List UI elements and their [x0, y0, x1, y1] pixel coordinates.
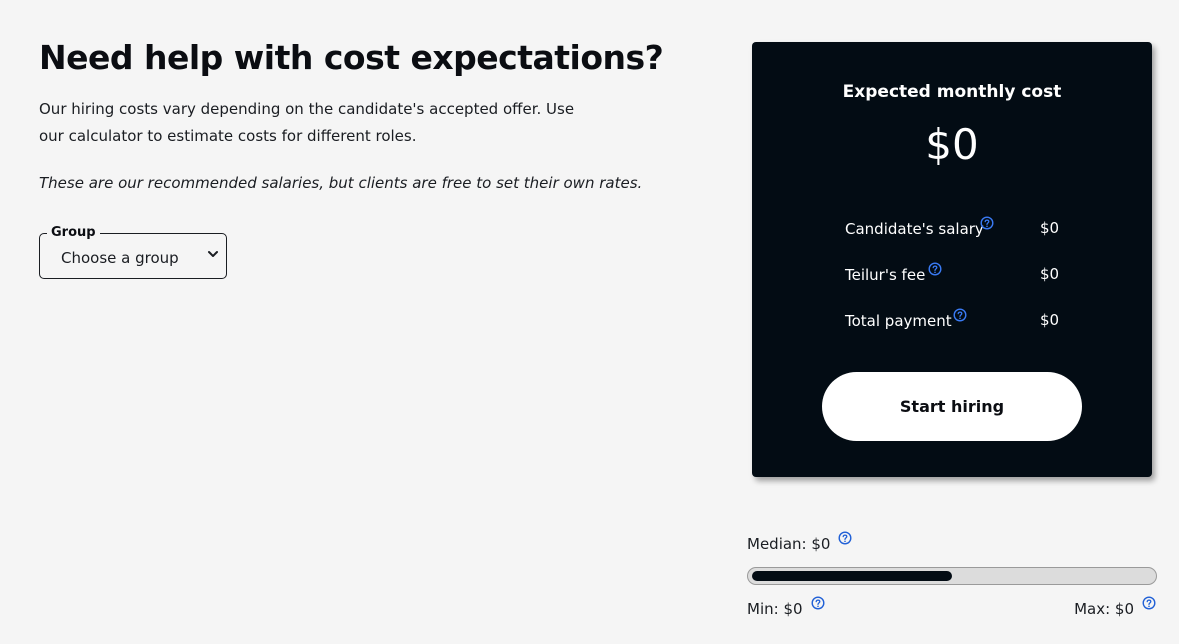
total-payment-row: Total payment $0 [845, 308, 1075, 332]
question-circle-icon[interactable] [838, 531, 852, 545]
max-label: Max: $0 [1074, 600, 1134, 618]
median-label: Median: $0 [747, 535, 831, 553]
candidate-salary-row: Candidate's salary $0 [845, 216, 1075, 240]
salary-note: These are our recommended salaries, but … [39, 174, 643, 192]
monthly-cost-amount: $0 [925, 120, 979, 169]
page-title: Need help with cost expectations? [39, 38, 664, 77]
salary-range-median-fill [752, 571, 952, 581]
question-circle-icon[interactable] [980, 216, 994, 230]
question-circle-icon[interactable] [928, 262, 942, 276]
teilur-fee-value: $0 [1040, 265, 1060, 283]
teilur-fee-label: Teilur's fee [845, 266, 926, 284]
question-circle-icon[interactable] [953, 308, 967, 322]
group-select[interactable]: Group Choose a group [39, 224, 227, 279]
card-title: Expected monthly cost [842, 82, 1062, 102]
min-label: Min: $0 [747, 600, 803, 618]
salary-range-bar [747, 567, 1157, 585]
candidate-salary-label: Candidate's salary [845, 220, 984, 238]
candidate-salary-value: $0 [1040, 219, 1060, 237]
total-payment-label: Total payment [845, 312, 952, 330]
chevron-down-icon [208, 251, 218, 257]
question-circle-icon[interactable] [811, 596, 825, 610]
monthly-cost-card: Expected monthly cost $0 Candidate's sal… [752, 42, 1152, 477]
teilur-fee-row: Teilur's fee $0 [845, 262, 1075, 286]
intro-text: Our hiring costs vary depending on the c… [39, 100, 575, 145]
total-payment-value: $0 [1040, 311, 1060, 329]
question-circle-icon[interactable] [1142, 596, 1156, 610]
group-select-label: Group [47, 224, 100, 242]
start-hiring-button[interactable]: Start hiring [822, 372, 1082, 441]
cost-calculator-page: Need help with cost expectations? Our hi… [0, 0, 1179, 644]
group-select-value: Choose a group [61, 249, 179, 267]
